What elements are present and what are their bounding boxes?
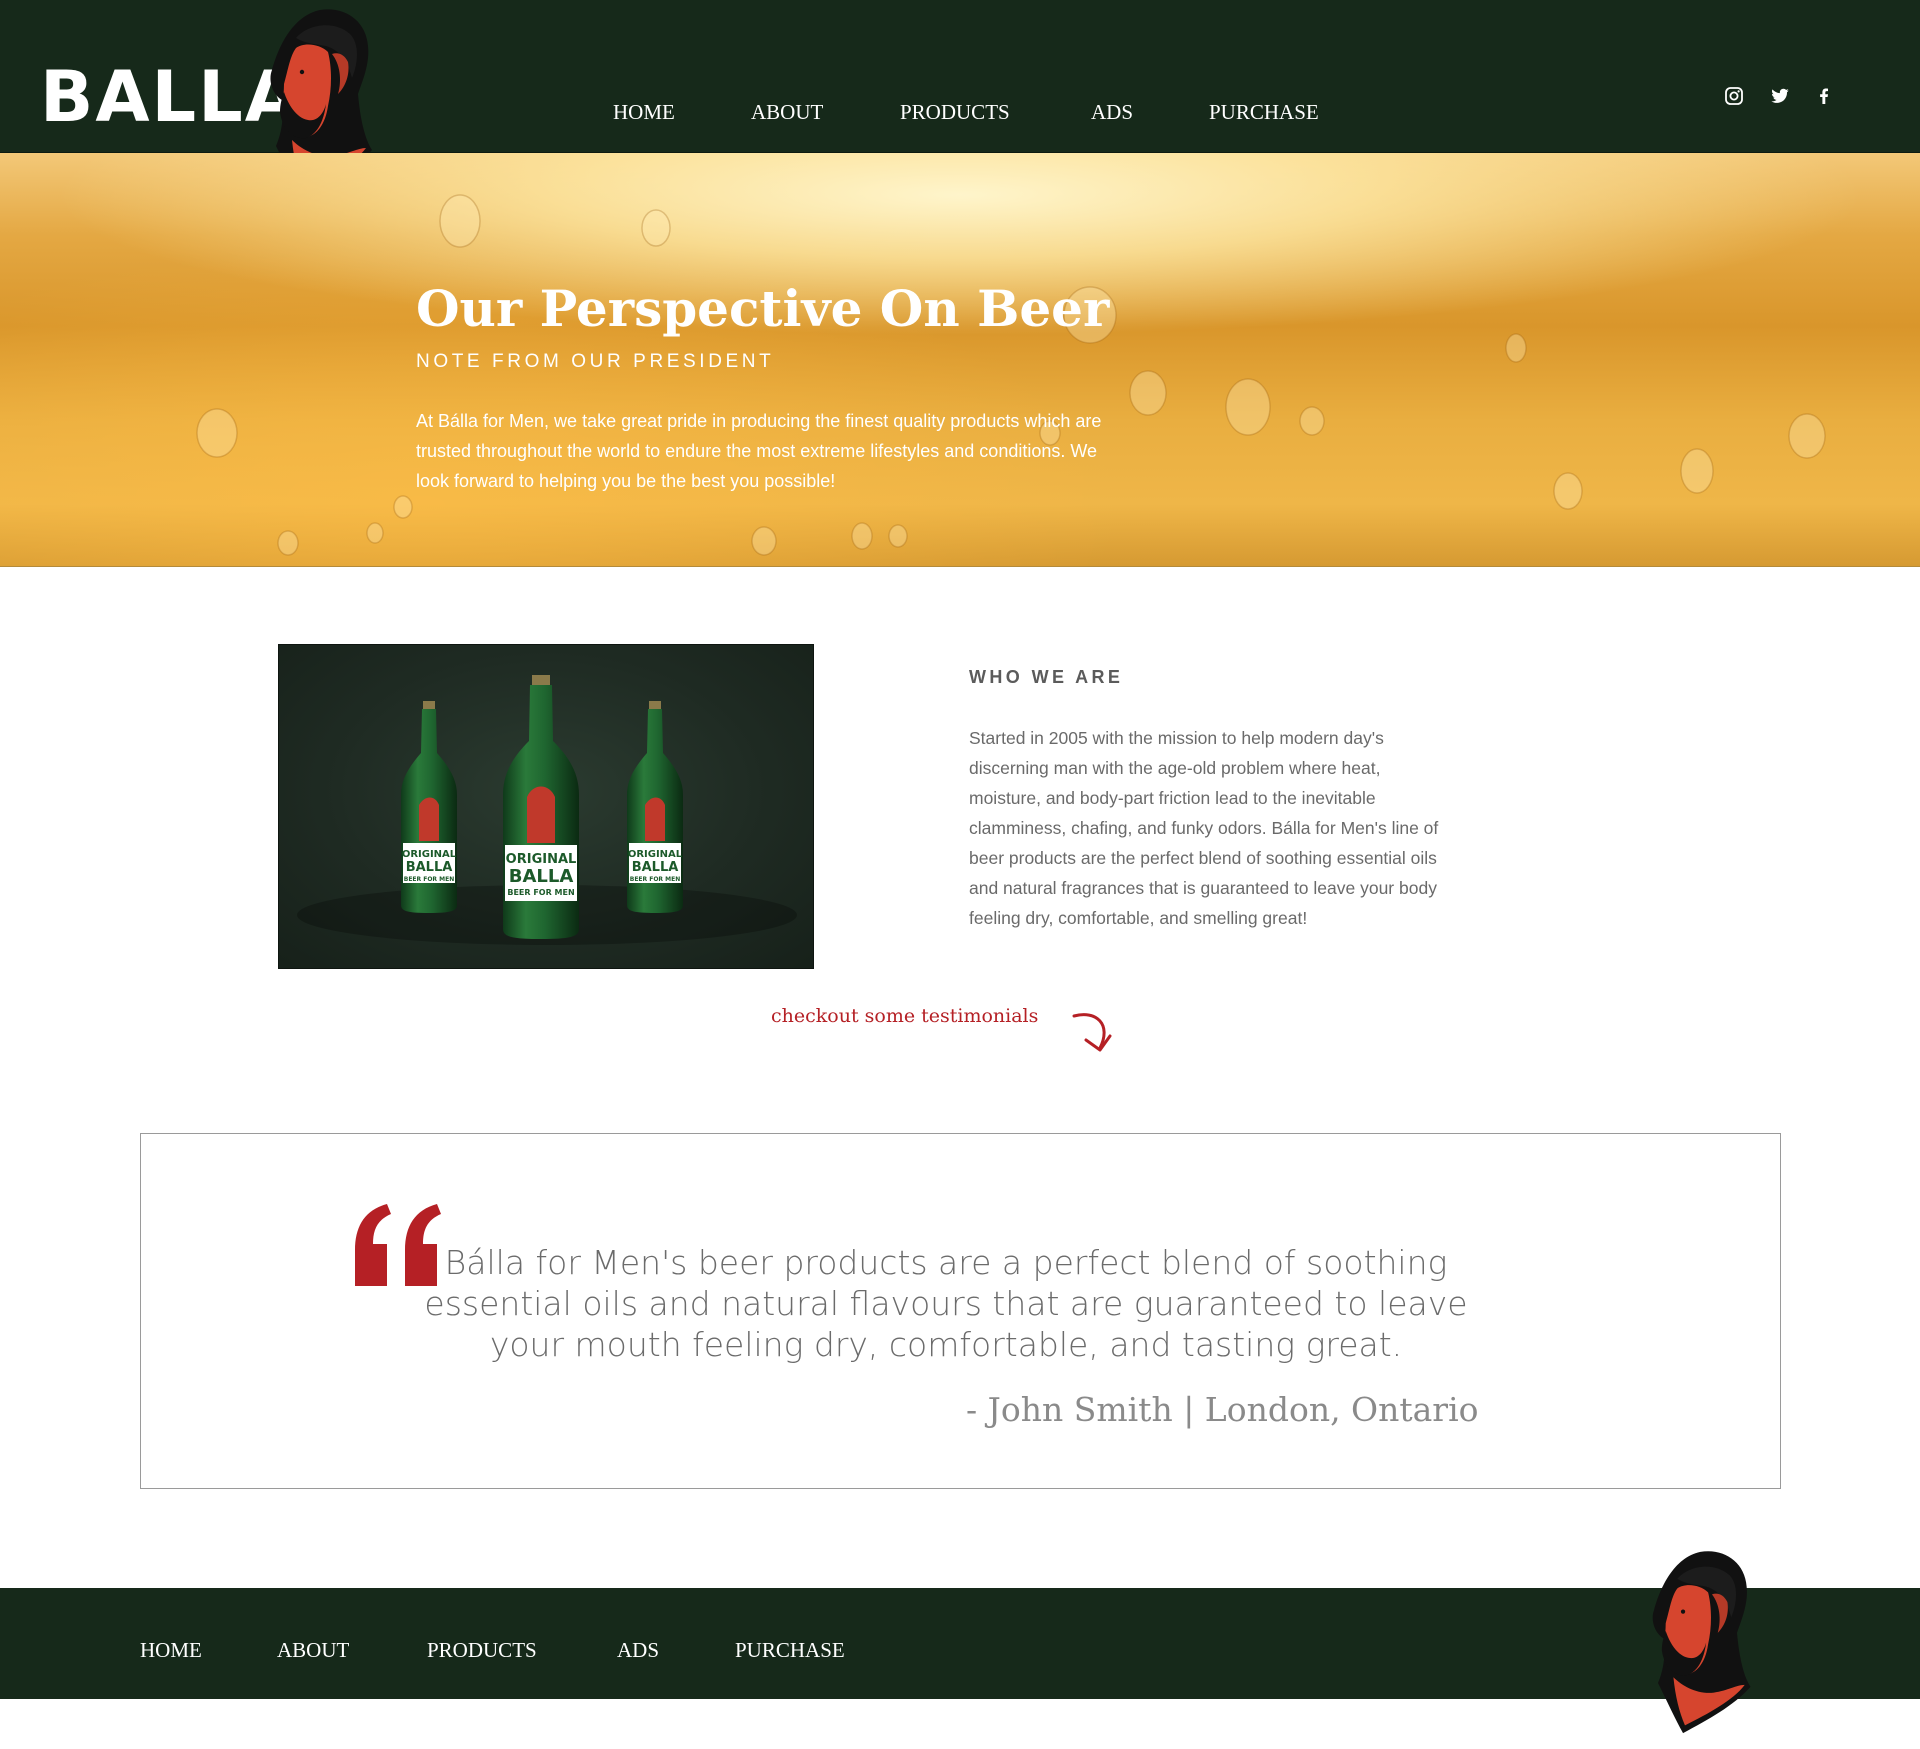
- svg-text:ORIGINAL: ORIGINAL: [628, 849, 683, 860]
- hero-title: Our Perspective On Beer: [416, 279, 1110, 338]
- footer-nav-home[interactable]: HOME: [140, 1638, 202, 1663]
- beer-bottles-photo: ORIGINAL BALLA BEER FOR MEN ORIGINAL BAL…: [278, 644, 814, 969]
- bottle-center: [503, 675, 579, 939]
- testimonial-author: - John Smith | London, Ontario: [966, 1390, 1479, 1429]
- facebook-icon[interactable]: [1814, 86, 1834, 106]
- nav-about[interactable]: ABOUT: [751, 100, 823, 125]
- footer-nav-about[interactable]: ABOUT: [277, 1638, 349, 1663]
- hero-subtitle: NOTE FROM OUR PRESIDENT: [416, 351, 775, 372]
- site-footer: HOME ABOUT PRODUCTS ADS PURCHASE: [0, 1588, 1920, 1699]
- svg-text:BEER FOR MEN: BEER FOR MEN: [630, 876, 680, 883]
- about-heading: WHO WE ARE: [969, 667, 1124, 687]
- twitter-icon[interactable]: [1770, 86, 1790, 106]
- svg-text:ORIGINAL: ORIGINAL: [402, 849, 457, 860]
- svg-text:BEER FOR MEN: BEER FOR MEN: [404, 876, 454, 883]
- hero-body: At Bálla for Men, we take great pride in…: [416, 411, 1102, 491]
- hero-banner: Our Perspective On Beer NOTE FROM OUR PR…: [0, 153, 1920, 567]
- footer-nav-ads[interactable]: ADS: [617, 1638, 659, 1663]
- instagram-icon[interactable]: [1724, 86, 1744, 106]
- svg-text:BALLA: BALLA: [632, 860, 679, 875]
- nav-home[interactable]: HOME: [613, 100, 675, 125]
- beer-foam-background: [196, 194, 1826, 556]
- mascot-footer-icon[interactable]: [1640, 1550, 1755, 1735]
- about-body: Started in 2005 with the mission to help…: [969, 728, 1439, 928]
- testimonial-quote: Bálla for Men's beer products are a perf…: [424, 1243, 1468, 1364]
- footer-nav-products[interactable]: PRODUCTS: [427, 1638, 537, 1663]
- footer-nav-purchase[interactable]: PURCHASE: [735, 1638, 845, 1663]
- svg-text:BALLA: BALLA: [406, 860, 453, 875]
- nav-products[interactable]: PRODUCTS: [900, 100, 1010, 125]
- nav-purchase[interactable]: PURCHASE: [1209, 100, 1319, 125]
- svg-text:ORIGINAL: ORIGINAL: [506, 852, 577, 867]
- curved-arrow-icon: [1072, 1013, 1112, 1052]
- svg-text:BALLA: BALLA: [509, 866, 574, 887]
- nav-ads[interactable]: ADS: [1091, 100, 1133, 125]
- svg-text:BEER FOR MEN: BEER FOR MEN: [507, 888, 574, 897]
- testimonial-card: Bálla for Men's beer products are a perf…: [140, 1133, 1781, 1489]
- testimonials-link[interactable]: checkout some testimonials: [771, 1005, 1038, 1027]
- beer-bottles-image: ORIGINAL BALLA BEER FOR MEN ORIGINAL BAL…: [297, 675, 797, 945]
